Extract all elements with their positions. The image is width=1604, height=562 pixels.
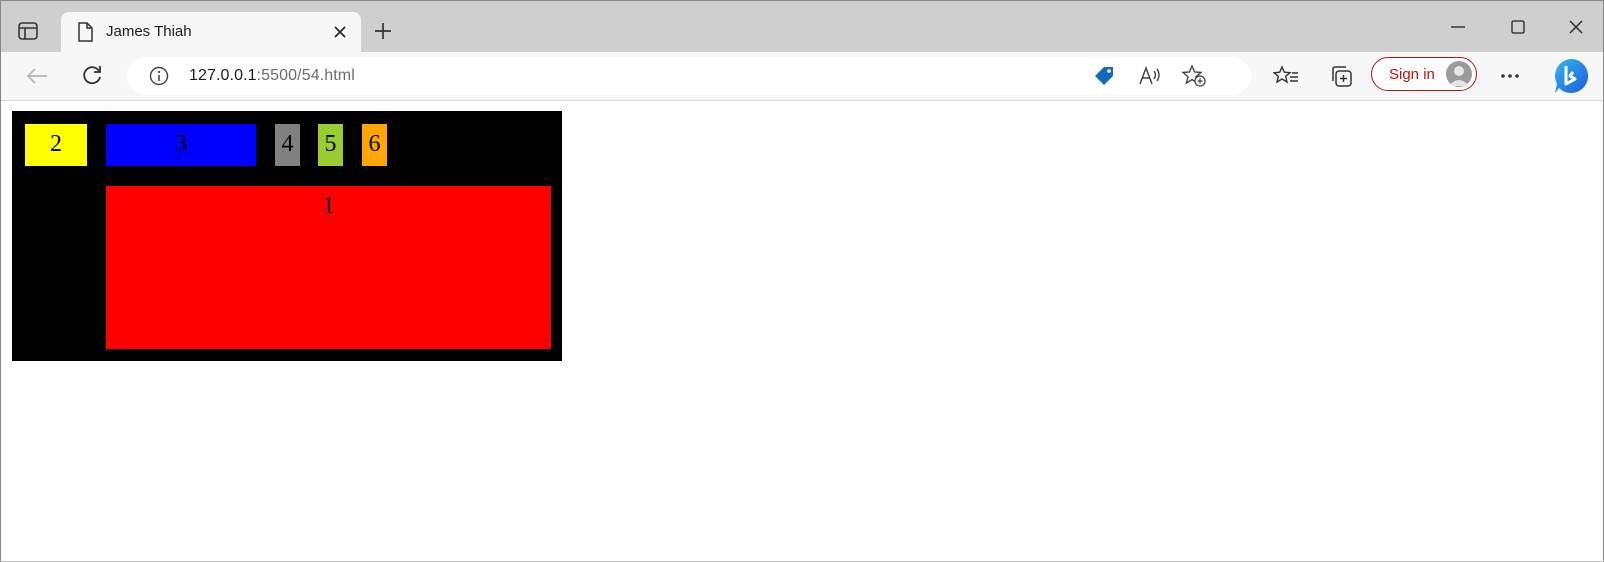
info-icon[interactable] [149,66,169,86]
favorites-icon[interactable] [1271,61,1301,91]
add-favorite-icon[interactable] [1179,61,1209,91]
grid-item-5: 5 [318,124,343,166]
grid-item-3: 3 [106,124,256,166]
profile-avatar-icon [1446,61,1472,87]
minimize-icon[interactable] [1443,15,1473,39]
toolbar: 127.0.0.1:5500/54.html Sign in [1,52,1603,101]
read-aloud-icon[interactable] [1135,61,1165,91]
grid-item-4: 4 [275,124,300,166]
grid-item-2: 2 [25,124,87,166]
back-icon[interactable] [22,61,52,91]
refresh-icon[interactable] [77,61,107,91]
browser-window: James Thiah 127.0.0.1:5500/54.html Sign … [0,0,1604,562]
close-icon[interactable] [329,21,351,43]
tab-active[interactable]: James Thiah [61,12,361,52]
tab-title: James Thiah [106,23,192,40]
sign-in-label: Sign in [1389,66,1435,83]
grid-item-6: 6 [362,124,387,166]
sign-in-button[interactable]: Sign in [1371,57,1477,91]
grid-item-1: 1 [106,186,551,349]
url-text: 127.0.0.1:5500/54.html [189,67,355,84]
bing-icon[interactable] [1551,56,1591,96]
grid-container: 2 3 4 5 6 1 [12,111,562,361]
tab-strip: James Thiah [1,1,1603,52]
address-bar[interactable]: 127.0.0.1:5500/54.html [127,57,1251,95]
window-close-icon[interactable] [1561,15,1591,39]
tab-actions-icon[interactable] [15,18,41,44]
new-tab-icon[interactable] [371,19,395,43]
more-icon[interactable] [1495,61,1525,91]
document-icon [77,22,93,42]
maximize-icon[interactable] [1503,15,1533,39]
tag-icon[interactable] [1089,61,1119,91]
page-content: 2 3 4 5 6 1 [1,101,1603,561]
collections-icon[interactable] [1326,61,1356,91]
